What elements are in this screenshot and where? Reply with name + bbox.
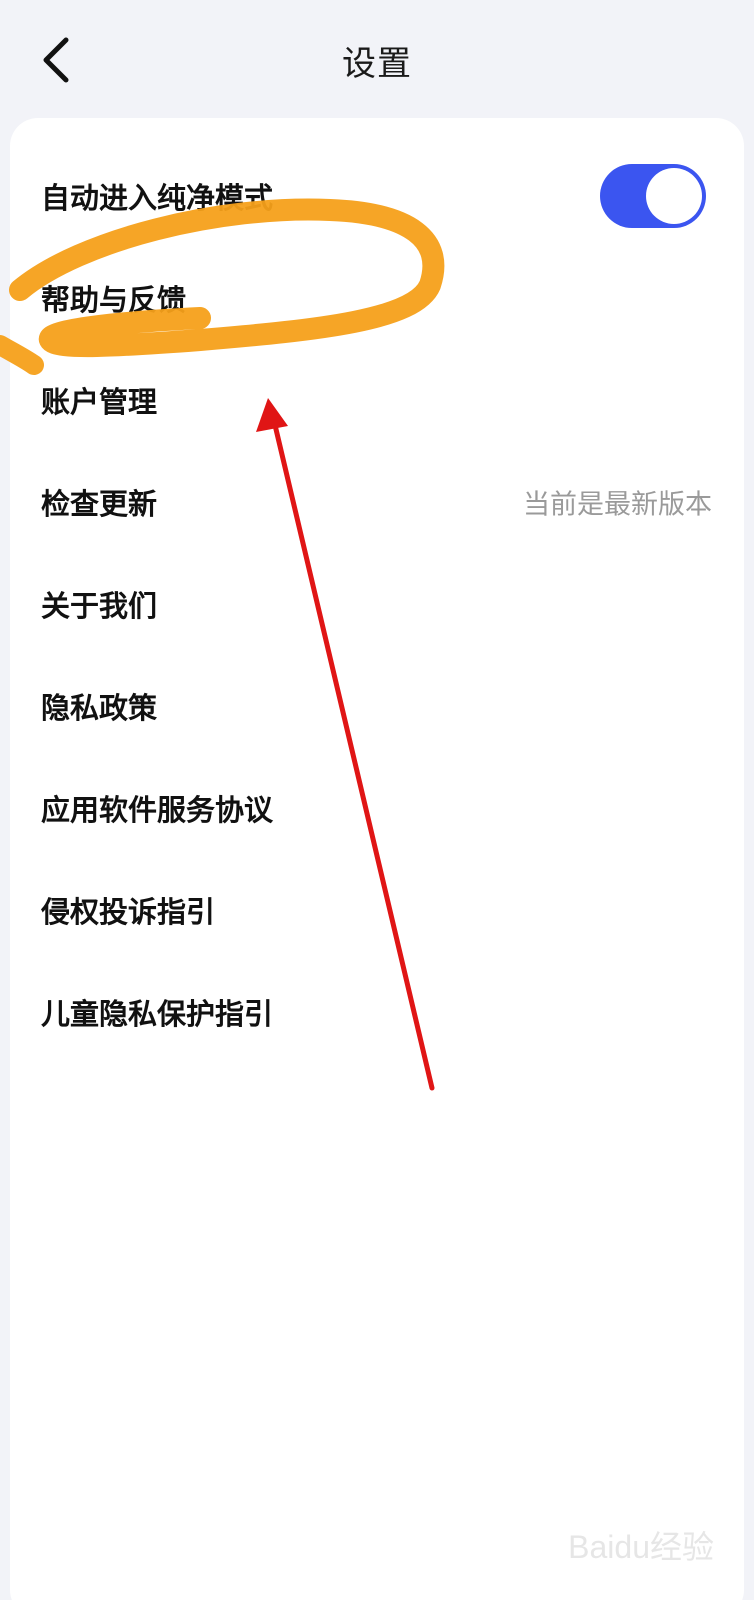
settings-row-check-update[interactable]: 检查更新 当前是最新版本 <box>10 451 744 553</box>
settings-row-child-privacy[interactable]: 儿童隐私保护指引 <box>10 961 744 1063</box>
settings-row-label: 隐私政策 <box>41 691 158 725</box>
watermark-text: Baidu经验 <box>568 1529 714 1565</box>
settings-row-account-management[interactable]: 账户管理 <box>10 349 744 451</box>
settings-row-privacy-policy[interactable]: 隐私政策 <box>10 655 744 757</box>
settings-row-label: 关于我们 <box>41 589 158 623</box>
auto-pure-mode-toggle[interactable] <box>600 164 706 228</box>
settings-row-infringement-complaint[interactable]: 侵权投诉指引 <box>10 859 744 961</box>
settings-row-label: 侵权投诉指引 <box>41 895 216 929</box>
settings-row-label: 检查更新 <box>41 487 158 521</box>
watermark: Baidu经验 <box>564 1522 714 1568</box>
settings-row-label: 儿童隐私保护指引 <box>41 997 274 1031</box>
settings-row-label: 自动进入纯净模式 <box>41 181 274 215</box>
settings-row-label: 帮助与反馈 <box>41 283 187 317</box>
page-title: 设置 <box>342 44 412 84</box>
settings-row-auto-pure-mode: 自动进入纯净模式 <box>10 145 744 247</box>
toggle-knob <box>646 168 702 224</box>
settings-row-help-feedback[interactable]: 帮助与反馈 <box>10 247 744 349</box>
header: 设置 <box>0 0 754 118</box>
settings-row-label: 应用软件服务协议 <box>41 793 274 827</box>
update-status-text: 当前是最新版本 <box>523 489 712 521</box>
settings-card: 自动进入纯净模式 帮助与反馈 账户管理 检查更新 当前是最新版本 关于我们 隐私… <box>10 118 744 1600</box>
settings-row-service-agreement[interactable]: 应用软件服务协议 <box>10 757 744 859</box>
settings-row-about-us[interactable]: 关于我们 <box>10 553 744 655</box>
settings-page: 设置 自动进入纯净模式 帮助与反馈 账户管理 检查更新 当前是最新版本 关于我们… <box>0 0 754 1600</box>
settings-row-label: 账户管理 <box>41 385 158 419</box>
